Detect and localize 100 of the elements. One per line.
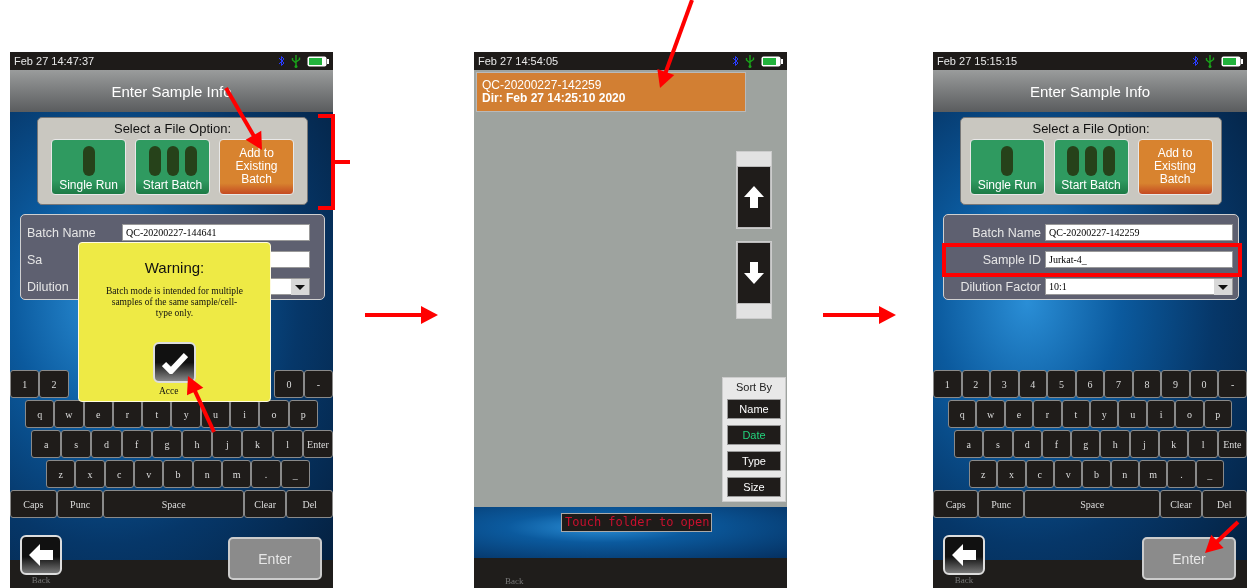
keyboard-key[interactable]: Space <box>103 490 245 518</box>
accept-button[interactable] <box>153 342 196 383</box>
keyboard-key[interactable]: Clear <box>244 490 287 518</box>
keyboard-key[interactable]: w <box>54 400 84 428</box>
keyboard-key[interactable]: Ente <box>1217 430 1247 458</box>
scroll-down-button[interactable] <box>737 242 771 304</box>
keyboard-key[interactable]: n <box>192 460 222 488</box>
keyboard-key[interactable]: f <box>121 430 152 458</box>
keyboard-key[interactable]: r <box>1033 400 1062 428</box>
keyboard-key[interactable]: 1 <box>10 370 40 398</box>
keyboard-key[interactable]: 2 <box>961 370 991 398</box>
keyboard-key[interactable]: 8 <box>1132 370 1162 398</box>
keyboard-key[interactable]: . <box>251 460 281 488</box>
keyboard-key[interactable]: 6 <box>1075 370 1105 398</box>
keyboard-key[interactable]: y <box>1090 400 1119 428</box>
keyboard-key[interactable]: a <box>31 430 62 458</box>
keyboard-key[interactable]: g <box>151 430 182 458</box>
text-field[interactable]: QC-20200227-144641 <box>122 224 310 241</box>
keyboard-key[interactable]: w <box>976 400 1005 428</box>
keyboard-key[interactable]: y <box>171 400 201 428</box>
keyboard-key[interactable]: o <box>259 400 289 428</box>
keyboard-key[interactable]: 1 <box>933 370 962 398</box>
file-option-button[interactable]: Start Batch <box>135 139 210 195</box>
keyboard-key[interactable]: x <box>997 460 1026 488</box>
keyboard-key[interactable]: h <box>1100 430 1130 458</box>
keyboard-key[interactable]: a <box>954 430 984 458</box>
keyboard-key[interactable]: j <box>212 430 243 458</box>
sort-option-button[interactable]: Name <box>727 399 781 419</box>
dialog-title: Warning: <box>144 259 205 276</box>
keyboard-key[interactable]: p <box>1203 400 1233 428</box>
keyboard-key[interactable]: 5 <box>1047 370 1076 398</box>
keyboard-key[interactable]: Caps <box>10 490 57 518</box>
keyboard-key[interactable]: Punc <box>56 490 104 518</box>
keyboard-key[interactable]: t <box>142 400 172 428</box>
keyboard-key[interactable]: d <box>91 430 122 458</box>
keyboard-key[interactable]: v <box>1054 460 1083 488</box>
keyboard-key[interactable]: z <box>969 460 998 488</box>
keyboard-key[interactable]: Del <box>1201 490 1247 518</box>
file-option-button[interactable]: Start Batch <box>1053 139 1129 195</box>
keyboard-key[interactable]: l <box>272 430 303 458</box>
keyboard-key[interactable]: f <box>1041 430 1072 458</box>
keyboard-key[interactable]: i <box>230 400 260 428</box>
keyboard-key[interactable]: 4 <box>1018 370 1048 398</box>
keyboard-key[interactable]: x <box>75 460 105 488</box>
keyboard-key[interactable]: q <box>948 400 977 428</box>
file-option-button[interactable]: Single Run <box>969 139 1045 195</box>
sort-option-button[interactable]: Size <box>727 477 781 497</box>
keyboard-key[interactable]: Del <box>286 490 333 518</box>
keyboard-key[interactable]: l <box>1188 430 1218 458</box>
file-option-button[interactable]: Single Run <box>51 139 126 195</box>
keyboard-key[interactable]: m <box>1138 460 1168 488</box>
scroll-up-button[interactable] <box>737 166 771 228</box>
keyboard-key[interactable]: k <box>242 430 273 458</box>
sort-option-button[interactable]: Type <box>727 451 781 471</box>
keyboard-key[interactable]: Space <box>1023 490 1161 518</box>
back-button[interactable] <box>20 535 62 575</box>
keyboard-key[interactable]: 0 <box>274 370 304 398</box>
back-button[interactable] <box>943 535 985 575</box>
keyboard-key[interactable]: Caps <box>933 490 979 518</box>
keyboard-key[interactable]: _ <box>1195 460 1224 488</box>
keyboard-key[interactable]: - <box>1218 370 1247 398</box>
keyboard-key[interactable]: n <box>1110 460 1139 488</box>
keyboard-key[interactable]: 3 <box>990 370 1019 398</box>
keyboard-key[interactable]: q <box>25 400 55 428</box>
keyboard-key[interactable]: k <box>1159 430 1189 458</box>
keyboard-key[interactable]: Clear <box>1160 490 1202 518</box>
keyboard-key[interactable]: i <box>1146 400 1176 428</box>
keyboard-key[interactable]: p <box>288 400 318 428</box>
keyboard-key[interactable]: m <box>221 460 252 488</box>
text-field[interactable]: Jurkat-4_ <box>1045 251 1233 268</box>
keyboard-key[interactable]: h <box>182 430 213 458</box>
sort-option-button[interactable]: Date <box>727 425 781 445</box>
keyboard-key[interactable]: 2 <box>39 370 69 398</box>
keyboard-key[interactable]: s <box>61 430 92 458</box>
keyboard-key[interactable]: d <box>1012 430 1042 458</box>
text-field[interactable]: QC-20200227-142259 <box>1045 224 1233 241</box>
keyboard-key[interactable]: c <box>104 460 134 488</box>
keyboard-key[interactable]: b <box>1082 460 1111 488</box>
accept-label: Acce <box>159 386 179 396</box>
keyboard-key[interactable]: _ <box>280 460 310 488</box>
keyboard-key[interactable]: Punc <box>978 490 1024 518</box>
keyboard-key[interactable]: g <box>1071 430 1101 458</box>
keyboard-key[interactable]: v <box>134 460 164 488</box>
tube-icon <box>1001 146 1013 176</box>
keyboard-key[interactable]: t <box>1061 400 1091 428</box>
keyboard-key[interactable]: Enter <box>302 430 333 458</box>
keyboard-key[interactable]: s <box>983 430 1013 458</box>
keyboard-key[interactable]: u <box>1118 400 1147 428</box>
dropdown-field[interactable]: 10:1 <box>1045 278 1233 295</box>
keyboard-key[interactable]: 7 <box>1104 370 1133 398</box>
keyboard-key[interactable]: e <box>1004 400 1034 428</box>
keyboard-key[interactable]: 9 <box>1161 370 1190 398</box>
keyboard-key[interactable]: j <box>1129 430 1160 458</box>
keyboard-key[interactable]: o <box>1175 400 1204 428</box>
keyboard-key[interactable]: . <box>1167 460 1196 488</box>
keyboard-key[interactable]: 0 <box>1189 370 1219 398</box>
keyboard-key[interactable]: - <box>303 370 333 398</box>
keyboard-key[interactable]: b <box>163 460 193 488</box>
keyboard-key[interactable]: z <box>46 460 76 488</box>
keyboard-key[interactable]: c <box>1025 460 1054 488</box>
